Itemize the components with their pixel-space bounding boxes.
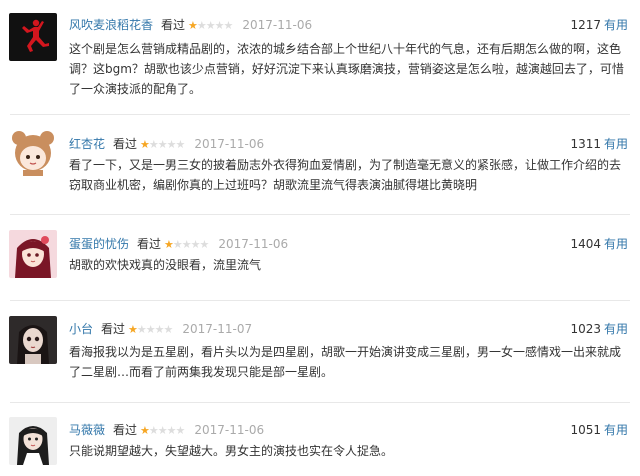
avatar[interactable] (9, 128, 57, 176)
useful-votes: 1217 有用 (570, 16, 628, 34)
star-empty-icon: ★★★★ (148, 138, 185, 151)
review-item: 红杏花 看过 ★★★★★ 2017-11-06 1311 有用 看了一下，又是一男三女的… (0, 115, 640, 215)
star-empty-icon: ★★★★ (196, 19, 233, 32)
vote-count: 1217 (570, 18, 601, 32)
vote-count: 1023 (570, 322, 601, 336)
useful-votes: 1023 有用 (570, 320, 628, 338)
vote-count: 1051 (570, 423, 601, 437)
star-empty-icon: ★★★★ (148, 424, 185, 437)
rating-stars: ★★★★★ (128, 321, 173, 339)
useful-votes: 1404 有用 (570, 235, 628, 253)
username-link[interactable]: 风吹麦浪稻花香 (69, 18, 153, 32)
review-date: 2017-11-06 (242, 18, 313, 32)
review-text: 看了一下，又是一男三女的披着励志外衣得狗血爱情剧，为了制造毫无意义的紧张感，让做… (69, 158, 622, 192)
review-text: 胡歌的欢快戏真的没眼看，流里流气 (69, 258, 262, 272)
review-item: 蛋蛋的忧伤 看过 ★★★★★ 2017-11-06 1404 有用 胡歌的欢快戏真的没眼… (0, 215, 640, 301)
star-filled-icon: ★ (188, 19, 198, 32)
rating-stars: ★★★★★ (164, 236, 209, 254)
review-meta: 蛋蛋的忧伤 看过 ★★★★★ 2017-11-06 (69, 235, 288, 253)
star-filled-icon: ★ (140, 138, 150, 151)
username-link[interactable]: 马薇薇 (69, 423, 105, 437)
avatar[interactable] (9, 417, 57, 465)
username-link[interactable]: 红杏花 (69, 137, 105, 151)
useful-votes: 1311 有用 (570, 135, 628, 153)
star-empty-icon: ★★★★ (136, 323, 173, 336)
review-date: 2017-11-06 (194, 423, 265, 437)
avatar[interactable] (9, 316, 57, 364)
review-text: 这个剧是怎么营销成精品剧的，浓浓的城乡结合部上个世纪八十年代的气息，还有后期怎么… (69, 42, 624, 96)
useful-button[interactable]: 有用 (604, 137, 628, 151)
bear-hood-girl-icon (9, 128, 57, 176)
review-date: 2017-11-06 (194, 137, 265, 151)
rating-stars: ★★★★★ (188, 17, 233, 35)
watched-label: 看过 (113, 137, 138, 151)
watched-label: 看过 (161, 18, 186, 32)
username-link[interactable]: 小台 (69, 322, 93, 336)
avatar[interactable] (9, 13, 57, 61)
star-filled-icon: ★ (140, 424, 150, 437)
useful-votes: 1051 有用 (570, 421, 628, 439)
review-item: 马薇薇 看过 ★★★★★ 2017-11-06 1051 有用 只能说期望越大，失望越大… (0, 403, 640, 476)
review-item: 风吹麦浪稻花香 看过 ★★★★★ 2017-11-06 1217 有用 这个剧是怎么营销… (0, 0, 640, 100)
watched-label: 看过 (137, 237, 162, 251)
star-filled-icon: ★ (128, 323, 138, 336)
rating-stars: ★★★★★ (140, 136, 185, 154)
useful-button[interactable]: 有用 (604, 423, 628, 437)
review-meta: 马薇薇 看过 ★★★★★ 2017-11-06 (69, 421, 264, 439)
avatar[interactable] (9, 230, 57, 278)
review-meta: 小台 看过 ★★★★★ 2017-11-07 (69, 320, 252, 338)
rating-stars: ★★★★★ (140, 422, 185, 440)
review-date: 2017-11-07 (182, 322, 253, 336)
useful-button[interactable]: 有用 (604, 237, 628, 251)
watched-label: 看过 (113, 423, 138, 437)
review-text: 只能说期望越大，失望越大。男女主的演技也实在令人捉急。 (69, 444, 394, 458)
jumpman-logo-icon (9, 13, 57, 61)
username-link[interactable]: 蛋蛋的忧伤 (69, 237, 129, 251)
review-meta: 风吹麦浪稻花香 看过 ★★★★★ 2017-11-06 (69, 16, 312, 34)
vote-count: 1311 (570, 137, 601, 151)
star-empty-icon: ★★★★ (172, 238, 209, 251)
vote-count: 1404 (570, 237, 601, 251)
review-item: 小台 看过 ★★★★★ 2017-11-07 1023 有用 看海报我以为是五星剧，看片… (0, 301, 640, 403)
doll-photo-icon (9, 316, 57, 364)
star-filled-icon: ★ (164, 238, 174, 251)
review-date: 2017-11-06 (218, 237, 289, 251)
girl-portrait-icon (9, 417, 57, 465)
useful-button[interactable]: 有用 (604, 18, 628, 32)
review-text: 看海报我以为是五星剧，看片头以为是四星剧，胡歌一开始演讲变成三星剧，男一女一感情… (69, 345, 622, 379)
useful-button[interactable]: 有用 (604, 322, 628, 336)
review-meta: 红杏花 看过 ★★★★★ 2017-11-06 (69, 135, 264, 153)
anime-girl-icon (9, 230, 57, 278)
watched-label: 看过 (101, 322, 126, 336)
